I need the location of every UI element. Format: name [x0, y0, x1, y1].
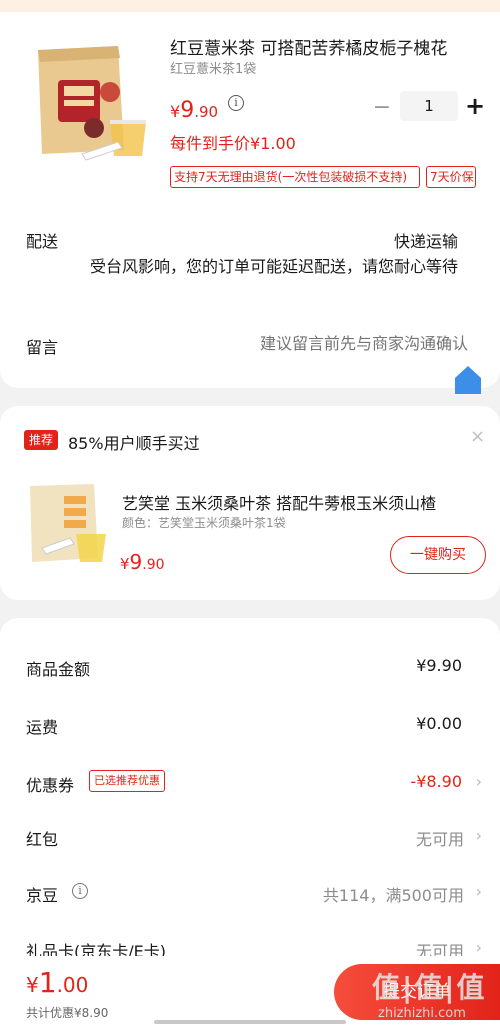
delivery-note: 受台风影响，您的订单可能延迟配送，请您耐心等待 — [89, 257, 458, 276]
watermark-site: zhizhizhi.com — [378, 1006, 466, 1021]
info-icon[interactable]: i — [72, 883, 88, 899]
order-item-card: 红豆薏米茶 可搭配苦荞橘皮栀子槐花 红豆薏米茶1袋 ¥9.90 i − 1 + … — [0, 12, 500, 394]
coupon-label: 优惠券 — [26, 776, 75, 795]
unit-price-note: 每件到手价¥1.00 — [170, 134, 296, 153]
product-price: ¥9.90 — [170, 98, 218, 123]
watermark: 值|值|值 — [372, 971, 487, 1004]
shipping-value: ¥0.00 — [416, 714, 462, 733]
total-currency: ¥ — [26, 973, 39, 997]
recommend-product-name[interactable]: 艺笑堂 玉米须桑叶茶 搭配牛蒡根玉米须山楂 — [122, 490, 482, 514]
message-label: 留言 — [26, 338, 59, 357]
chevron-right-icon[interactable]: › — [476, 882, 482, 901]
total-saved: 共计优惠¥8.90 — [26, 1006, 109, 1020]
recommend-price-currency: ¥ — [120, 555, 130, 573]
recommend-price: ¥9.90 — [120, 550, 165, 574]
chevron-right-icon[interactable]: › — [476, 938, 482, 957]
return-policy-tag: 支持7天无理由退货(一次性包装破损不支持) — [170, 166, 420, 188]
coupon-value: -¥8.90 — [410, 772, 462, 791]
product-image[interactable] — [24, 32, 156, 164]
jingdou-row[interactable]: 京豆 i 共114，满500可用 › — [0, 874, 500, 914]
top-status-strip — [0, 0, 500, 12]
product-spec: 红豆薏米茶1袋 — [170, 62, 257, 77]
price-decimal: .90 — [194, 103, 219, 121]
recommend-price-integer: 9 — [129, 550, 143, 574]
goods-amount-row: 商品金额 ¥9.90 — [0, 648, 500, 688]
jingdou-label: 京豆 — [26, 886, 59, 905]
home-indicator[interactable] — [154, 1020, 346, 1024]
recommend-title: 85%用户顺手买过 — [68, 434, 200, 453]
recommend-badge: 推荐 — [24, 430, 59, 450]
one-click-buy-button[interactable]: 一键购买 — [390, 536, 486, 574]
chevron-right-icon[interactable]: › — [476, 772, 482, 791]
goods-amount-label: 商品金额 — [26, 660, 91, 679]
jingdou-value: 共114，满500可用 — [322, 886, 464, 905]
total-integer: 1 — [38, 966, 57, 999]
quantity-input[interactable]: 1 — [400, 91, 458, 121]
close-icon[interactable]: × — [470, 426, 485, 447]
total-decimal: .00 — [56, 973, 89, 997]
redpack-label: 红包 — [26, 830, 59, 849]
redpack-value: 无可用 — [415, 830, 464, 849]
coupon-row[interactable]: 优惠券 已选推荐优惠 -¥8.90 › — [0, 764, 500, 804]
coupon-selected-tag: 已选推荐优惠 — [89, 770, 165, 792]
info-icon[interactable]: i — [228, 95, 244, 111]
price-currency: ¥ — [170, 102, 181, 121]
chevron-right-icon[interactable]: › — [476, 826, 482, 845]
redpack-row[interactable]: 红包 无可用 › — [0, 818, 500, 858]
delivery-method[interactable]: 快递运输 — [394, 228, 458, 252]
product-title[interactable]: 红豆薏米茶 可搭配苦荞橘皮栀子槐花 — [170, 34, 475, 59]
goods-amount-value: ¥9.90 — [416, 656, 462, 675]
recommend-card: 推荐 85%用户顺手买过 × 艺笑堂 玉米须桑叶茶 搭配牛蒡根玉米须山楂 颜色：… — [0, 406, 500, 600]
delivery-label: 配送 — [26, 232, 59, 251]
minus-icon[interactable]: − — [372, 95, 392, 120]
price-integer: 9 — [180, 98, 195, 123]
message-input[interactable] — [208, 334, 468, 353]
home-icon[interactable] — [454, 364, 482, 394]
shipping-row: 运费 ¥0.00 — [0, 706, 500, 746]
recommend-price-decimal: .90 — [142, 557, 165, 573]
recommend-product-image[interactable] — [24, 478, 112, 566]
recommend-product-spec: 颜色：艺笑堂玉米须桑叶茶1袋 — [122, 516, 286, 530]
shipping-label: 运费 — [26, 718, 59, 737]
plus-icon[interactable]: + — [464, 92, 486, 120]
price-protect-tag: 7天价保 — [426, 166, 476, 188]
total-price: ¥1.00 — [26, 966, 88, 999]
